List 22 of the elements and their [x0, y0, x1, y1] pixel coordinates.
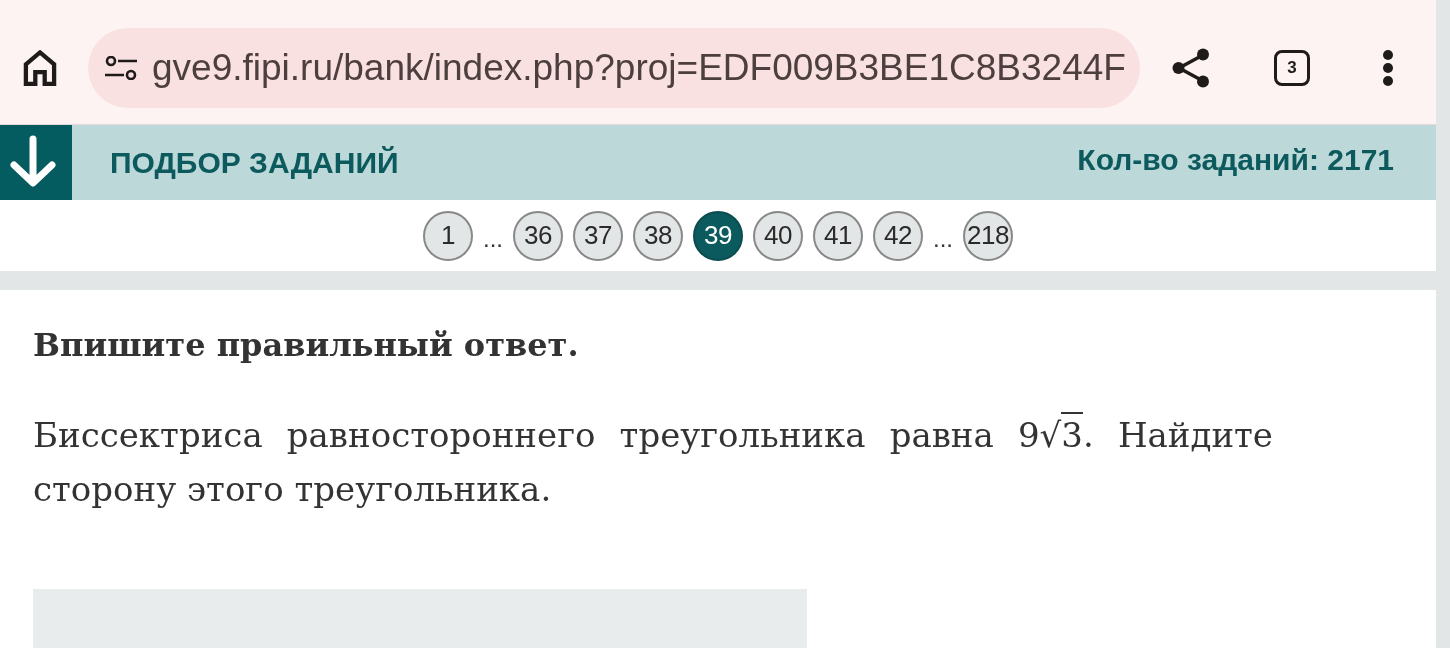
- task-count: Кол-во заданий: 2171: [1077, 142, 1394, 177]
- pagination-ellipsis: ...: [933, 223, 953, 253]
- address-bar[interactable]: gve9.fipi.ru/bank/index.php?proj=EDF009B3BE1C8B3244F: [88, 28, 1140, 108]
- page-button[interactable]: 38: [633, 210, 683, 261]
- page-button[interactable]: 40: [753, 210, 803, 261]
- share-icon[interactable]: [1172, 48, 1210, 88]
- section-title: ПОДБОР ЗАДАНИЙ: [110, 145, 399, 180]
- pagination-ellipsis: ...: [483, 223, 503, 253]
- page-button[interactable]: 37: [573, 210, 623, 261]
- arrow-down-icon[interactable]: [0, 125, 72, 200]
- page-button[interactable]: 41: [813, 210, 863, 261]
- home-icon[interactable]: [22, 50, 58, 86]
- page-button[interactable]: 36: [513, 210, 563, 261]
- page-button[interactable]: 1: [423, 210, 473, 261]
- more-menu-icon[interactable]: [1383, 50, 1393, 86]
- tab-switcher-button[interactable]: 3: [1274, 50, 1310, 86]
- tune-icon[interactable]: [105, 56, 137, 80]
- page-button[interactable]: 218: [963, 210, 1013, 261]
- question-text: Биссектриса равностороннего треугольника равна 9√3. Найдите сторону этого треугольника.: [33, 408, 1273, 516]
- page-button[interactable]: 42: [873, 210, 923, 261]
- page-button[interactable]: 39: [693, 210, 743, 261]
- instruction-text: Впишите правильный ответ.: [33, 325, 579, 366]
